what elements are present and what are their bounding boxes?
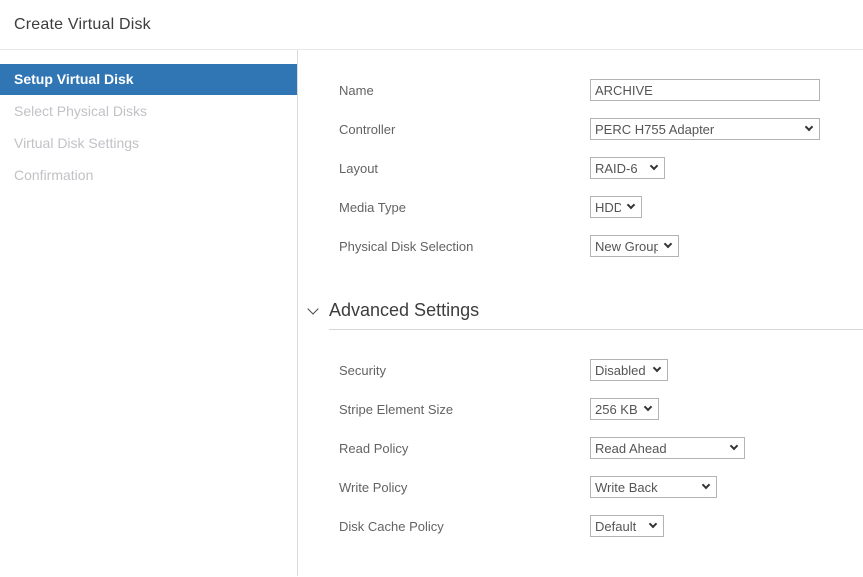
- media-type-select[interactable]: HDD: [590, 196, 642, 218]
- physical-disk-selection-label: Physical Disk Selection: [339, 239, 590, 254]
- layout-select-wrap: RAID-6: [590, 157, 665, 179]
- step-label: Confirmation: [14, 167, 93, 183]
- create-virtual-disk-dialog: Create Virtual Disk Setup Virtual DiskSe…: [0, 0, 863, 576]
- form-row: ControllerPERC H755 Adapter: [339, 118, 863, 140]
- sidebar-item-confirmation: Confirmation: [0, 159, 297, 191]
- layout-select[interactable]: RAID-6: [590, 157, 665, 179]
- stripe-element-size-label: Stripe Element Size: [339, 402, 590, 417]
- form-row: Read PolicyRead Ahead: [339, 437, 863, 459]
- security-select[interactable]: Disabled: [590, 359, 668, 381]
- read-policy-select-wrap: Read Ahead: [590, 437, 745, 459]
- form-row: Physical Disk SelectionNew Group: [339, 235, 863, 257]
- form-row: Name: [339, 79, 863, 101]
- advanced-settings-group: SecurityDisabled Stripe Element Size256 K…: [298, 359, 863, 537]
- security-label: Security: [339, 363, 590, 378]
- step-label: Select Physical Disks: [14, 103, 147, 119]
- setup-virtual-disk-panel: Name ControllerPERC H755 Adapter LayoutRAI…: [298, 50, 863, 576]
- name-label: Name: [339, 83, 590, 98]
- page-title: Create Virtual Disk: [14, 16, 151, 34]
- advanced-settings-title: Advanced Settings: [329, 300, 479, 321]
- stripe-element-size-select-wrap: 256 KB: [590, 398, 659, 420]
- sidebar-item-select-physical-disks: Select Physical Disks: [0, 95, 297, 127]
- read-policy-select[interactable]: Read Ahead: [590, 437, 745, 459]
- disk-cache-policy-select-wrap: Default: [590, 515, 664, 537]
- controller-select[interactable]: PERC H755 Adapter: [590, 118, 820, 140]
- form-row: Media TypeHDD: [339, 196, 863, 218]
- media-type-label: Media Type: [339, 200, 590, 215]
- step-label: Setup Virtual Disk: [14, 71, 134, 87]
- section-divider: [329, 329, 863, 330]
- stripe-element-size-select[interactable]: 256 KB: [590, 398, 659, 420]
- chevron-down-icon: [307, 303, 318, 314]
- sidebar-item-setup-virtual-disk[interactable]: Setup Virtual Disk: [0, 64, 297, 95]
- advanced-settings-toggle[interactable]: Advanced Settings: [309, 300, 863, 321]
- write-policy-select-wrap: Write Back: [590, 476, 717, 498]
- security-select-wrap: Disabled: [590, 359, 668, 381]
- physical-disk-selection-select-wrap: New Group: [590, 235, 679, 257]
- controller-select-wrap: PERC H755 Adapter: [590, 118, 820, 140]
- form-row: Disk Cache PolicyDefault: [339, 515, 863, 537]
- advanced-settings-section: Advanced Settings SecurityDisabled Stripe…: [298, 300, 863, 537]
- read-policy-label: Read Policy: [339, 441, 590, 456]
- wizard-steps-sidebar: Setup Virtual Disk Select Physical Disks V…: [0, 50, 298, 576]
- step-label: Virtual Disk Settings: [14, 135, 139, 151]
- dialog-header: Create Virtual Disk: [0, 0, 863, 50]
- controller-label: Controller: [339, 122, 590, 137]
- physical-disk-selection-select[interactable]: New Group: [590, 235, 679, 257]
- form-row: Write PolicyWrite Back: [339, 476, 863, 498]
- layout-label: Layout: [339, 161, 590, 176]
- disk-cache-policy-label: Disk Cache Policy: [339, 519, 590, 534]
- sidebar-item-virtual-disk-settings: Virtual Disk Settings: [0, 127, 297, 159]
- basic-settings-group: Name ControllerPERC H755 Adapter LayoutRAI…: [298, 79, 863, 257]
- form-row: LayoutRAID-6: [339, 157, 863, 179]
- form-row: SecurityDisabled: [339, 359, 863, 381]
- disk-cache-policy-select[interactable]: Default: [590, 515, 664, 537]
- write-policy-label: Write Policy: [339, 480, 590, 495]
- write-policy-select[interactable]: Write Back: [590, 476, 717, 498]
- form-row: Stripe Element Size256 KB: [339, 398, 863, 420]
- dialog-body: Setup Virtual Disk Select Physical Disks V…: [0, 50, 863, 576]
- name-input[interactable]: [590, 79, 820, 101]
- media-type-select-wrap: HDD: [590, 196, 642, 218]
